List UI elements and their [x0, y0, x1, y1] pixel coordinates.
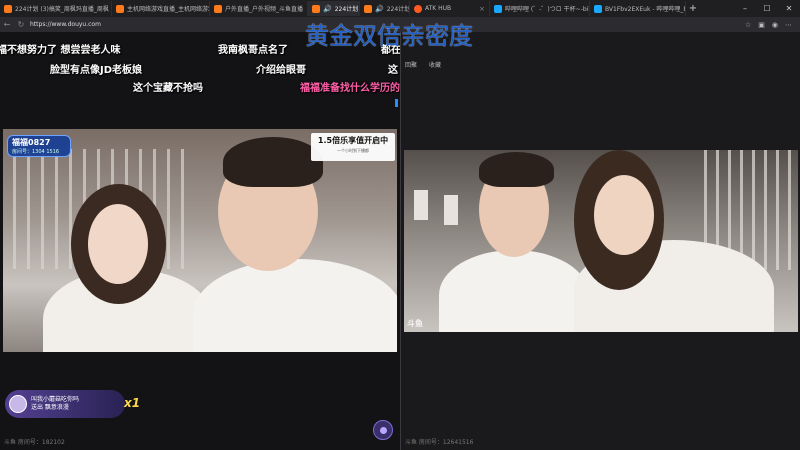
video-scene: [3, 129, 397, 352]
profile-icon[interactable]: ◉: [772, 21, 778, 29]
avatar: [9, 395, 27, 413]
gift-notification: 叫我小蘑菇吃你吗 送出 飘意浪漫: [5, 390, 125, 418]
browser-tab[interactable]: BV1Fbv2EXEuk - 哔哩哔哩_bilibili ×: [590, 1, 686, 16]
wall-poster: [444, 195, 458, 225]
douyu-favicon-icon: [4, 4, 12, 13]
video-scene: [404, 150, 798, 332]
right-stream-pane: 回聚 收藏 斗鱼 斗鱼 房间号：12641516: [401, 32, 800, 450]
tab-title: 哔哩哔哩 (゜-゜)つロ 干杯~-bilibili: [505, 6, 589, 13]
tab-title: 224计划: [334, 6, 359, 13]
douyu-favicon-icon: [312, 4, 320, 13]
left-stream-pane: 福不想努力了 想尝尝老人味 我南枫哥点名了 都在看之音 脸型有点像JD老板娘 介…: [0, 32, 431, 450]
star-icon[interactable]: ☆: [745, 21, 751, 29]
gift-item: 送出 飘意浪漫: [31, 404, 69, 411]
room-info: 斗鱼 房间号：12641516: [405, 439, 474, 446]
danmu-comment: 福不想努力了 想尝尝老人味: [0, 45, 121, 56]
browser-tab-active[interactable]: 🔊 224计划 ×: [308, 1, 360, 16]
scroll-marker: [395, 99, 398, 107]
video-player-left[interactable]: 福福0827 房间号：1304 1516 1.5倍乐享值开启中 一个小时到下播都: [3, 129, 397, 352]
promo-title: 1.5倍乐享值开启中: [317, 136, 389, 145]
danmu-comment: 这个宝藏不抢吗: [133, 83, 203, 94]
man-hair: [223, 137, 323, 187]
floating-action-button[interactable]: [373, 420, 393, 440]
man-body: [193, 259, 397, 352]
tab-title: BV1Fbv2EXEuk - 哔哩哔哩_bilibili: [605, 6, 686, 13]
woman-face: [594, 175, 654, 255]
close-window-icon[interactable]: ✕: [778, 0, 800, 17]
streamer-badge: 福福0827 房间号：1304 1516: [7, 135, 71, 157]
browser-tab[interactable]: ATK HUB ×: [410, 1, 490, 16]
promo-banner[interactable]: 1.5倍乐享值开启中 一个小时到下播都: [311, 133, 395, 161]
maximize-icon[interactable]: ☐: [756, 0, 778, 17]
danmu-comment: 这: [388, 65, 398, 76]
gift-count: x1: [124, 396, 141, 410]
danmu-comment: 脸型有点像JD老板娘: [50, 65, 143, 76]
browser-tab[interactable]: 🔊 224计划 ×: [360, 1, 410, 16]
new-tab-button[interactable]: +: [686, 3, 700, 14]
menu-icon[interactable]: ⋯: [785, 21, 792, 29]
tab-favorite[interactable]: 收藏: [429, 60, 441, 69]
tab-title: ATK HUB: [425, 5, 452, 12]
gift-sender: 叫我小蘑菇吃你吗: [31, 396, 80, 403]
close-tab-icon[interactable]: ×: [479, 5, 485, 13]
refresh-icon[interactable]: ↻: [14, 20, 28, 29]
tab-reply[interactable]: 回聚: [405, 60, 417, 69]
tab-title: 主机网络游戏直播_主机网络游戏: [127, 6, 210, 13]
douyu-watermark: 斗鱼: [407, 319, 423, 328]
right-pane-tabs: 回聚 收藏: [405, 60, 441, 69]
bilibili-favicon-icon: [594, 4, 602, 13]
wall-poster: [414, 190, 428, 220]
gift-text: 叫我小蘑菇吃你吗 送出 飘意浪漫: [31, 396, 79, 412]
promo-subtitle: 一个小时到下播都: [337, 148, 369, 153]
danmu-comment-highlight: 福福准备找什么学历的: [300, 83, 400, 94]
video-player-right[interactable]: 斗鱼: [404, 150, 798, 332]
woman-face: [88, 204, 148, 284]
browser-tab[interactable]: 224计划 (3)搞笑_周枫玛直播_周枫 ×: [0, 1, 112, 16]
speaker-icon[interactable]: 🔊: [323, 5, 332, 13]
url-field[interactable]: https://www.douyu.com: [30, 21, 101, 28]
browser-tab[interactable]: 哔哩哔哩 (゜-゜)つロ 干杯~-bilibili ×: [490, 1, 590, 16]
browser-tab[interactable]: 主机网络游戏直播_主机网络游戏 ×: [112, 1, 210, 16]
man-hair: [479, 152, 554, 187]
douyu-favicon-icon: [364, 4, 372, 13]
extensions-icon[interactable]: ▣: [758, 21, 765, 29]
danmu-comment: 我南枫哥点名了: [218, 45, 288, 56]
douyu-favicon-icon: [214, 4, 222, 13]
atk-favicon-icon: [414, 4, 422, 13]
back-arrow-icon[interactable]: ←: [0, 20, 14, 29]
danmu-comment: 介绍给眼哥: [256, 65, 306, 76]
address-bar-icons: ☆ ▣ ◉ ⋯: [745, 21, 800, 29]
room-number: 房间号：1304 1516: [12, 149, 60, 155]
minimize-icon[interactable]: –: [734, 0, 756, 17]
overlay-title: 黄金双倍亲密度: [305, 22, 473, 50]
browser-tab-bar: 224计划 (3)搞笑_周枫玛直播_周枫 × 主机网络游戏直播_主机网络游戏 ×…: [0, 0, 800, 17]
window-controls: – ☐ ✕: [734, 0, 800, 17]
tab-title: 户外直播_户外视频_斗鱼直播: [225, 6, 304, 13]
browser-tab[interactable]: 户外直播_户外视频_斗鱼直播 ×: [210, 1, 308, 16]
tab-title: 224计划 (3)搞笑_周枫玛直播_周枫: [15, 6, 109, 13]
douyu-favicon-icon: [116, 4, 124, 13]
man-body: [439, 250, 589, 332]
streamer-name: 福福0827: [12, 138, 51, 147]
tab-title: 224计划: [386, 6, 410, 13]
room-info: 斗鱼 房间号：182102: [4, 439, 65, 446]
speaker-icon[interactable]: 🔊: [375, 5, 384, 13]
bilibili-favicon-icon: [494, 4, 502, 13]
